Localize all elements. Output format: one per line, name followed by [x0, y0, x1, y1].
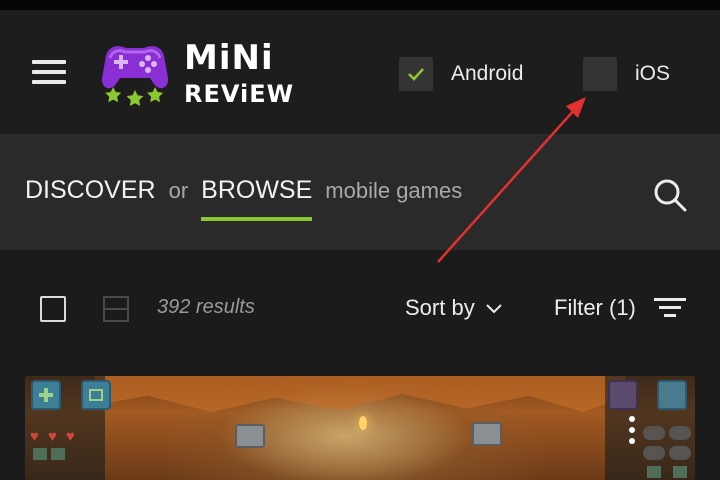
- platform-ios-toggle[interactable]: iOS: [583, 56, 670, 92]
- app-header: MiNi REViEW Android iOS: [0, 10, 720, 134]
- logo-text-review: REViEW: [184, 80, 295, 108]
- heart-icon: ♥: [30, 428, 39, 445]
- sort-by-label: Sort by: [405, 295, 475, 320]
- chest-right: [472, 422, 502, 446]
- results-toolbar: 392 results Sort by Filter (1): [0, 250, 720, 375]
- filter-lines-icon: [653, 298, 686, 317]
- chest-left: [235, 424, 265, 448]
- game-card-screenshot[interactable]: ♥ ♥ ♥: [25, 376, 695, 480]
- chevron-down-icon: [485, 304, 502, 314]
- tab-browse[interactable]: BROWSE: [201, 176, 313, 221]
- search-icon[interactable]: [651, 176, 689, 214]
- more-vertical-icon[interactable]: [629, 416, 637, 452]
- hud-character-icon: [657, 380, 687, 410]
- hud-pad: [669, 426, 691, 440]
- select-all-checkbox[interactable]: [40, 296, 66, 322]
- torch-light: [359, 416, 367, 430]
- android-label: Android: [451, 62, 524, 85]
- logo-text-mini: MiNi: [184, 38, 274, 78]
- hud-tile: [51, 448, 65, 460]
- hud-pad: [643, 446, 665, 460]
- platform-android-toggle[interactable]: Android: [399, 56, 523, 92]
- hud-pad: [669, 446, 691, 460]
- hud-plus-icon: [31, 380, 61, 410]
- heart-icon: ♥: [66, 428, 75, 445]
- hud-tile: [673, 466, 687, 478]
- results-count: 392 results: [157, 296, 255, 318]
- view-toggle-icon[interactable]: [103, 296, 129, 322]
- active-tab-indicator: [201, 217, 313, 221]
- hud-tile: [647, 466, 661, 478]
- hud-swap-icon: [81, 380, 111, 410]
- ios-checkbox[interactable]: [583, 57, 617, 91]
- or-text: or: [168, 178, 189, 203]
- hud-character-icon: [608, 380, 638, 410]
- filter-button[interactable]: Filter (1): [554, 295, 686, 321]
- menu-icon[interactable]: [32, 58, 68, 86]
- hud-tile: [33, 448, 47, 460]
- hud-pad: [643, 426, 665, 440]
- filter-label: Filter (1): [554, 295, 636, 320]
- sort-by-dropdown[interactable]: Sort by: [405, 295, 503, 321]
- tab-discover[interactable]: DISCOVER: [25, 176, 156, 205]
- controller-logo-icon: [101, 46, 169, 107]
- tab-browse-label: BROWSE: [201, 176, 313, 204]
- heart-icon: ♥: [48, 428, 57, 445]
- check-icon: [408, 68, 424, 81]
- status-strip: [0, 0, 720, 10]
- mobile-games-text: mobile games: [325, 178, 463, 203]
- android-checkbox[interactable]: [399, 57, 433, 91]
- discover-browse-bar: DISCOVER or BROWSE mobile games: [0, 134, 720, 250]
- ios-label: iOS: [635, 62, 671, 85]
- logo[interactable]: MiNi REViEW: [98, 36, 293, 112]
